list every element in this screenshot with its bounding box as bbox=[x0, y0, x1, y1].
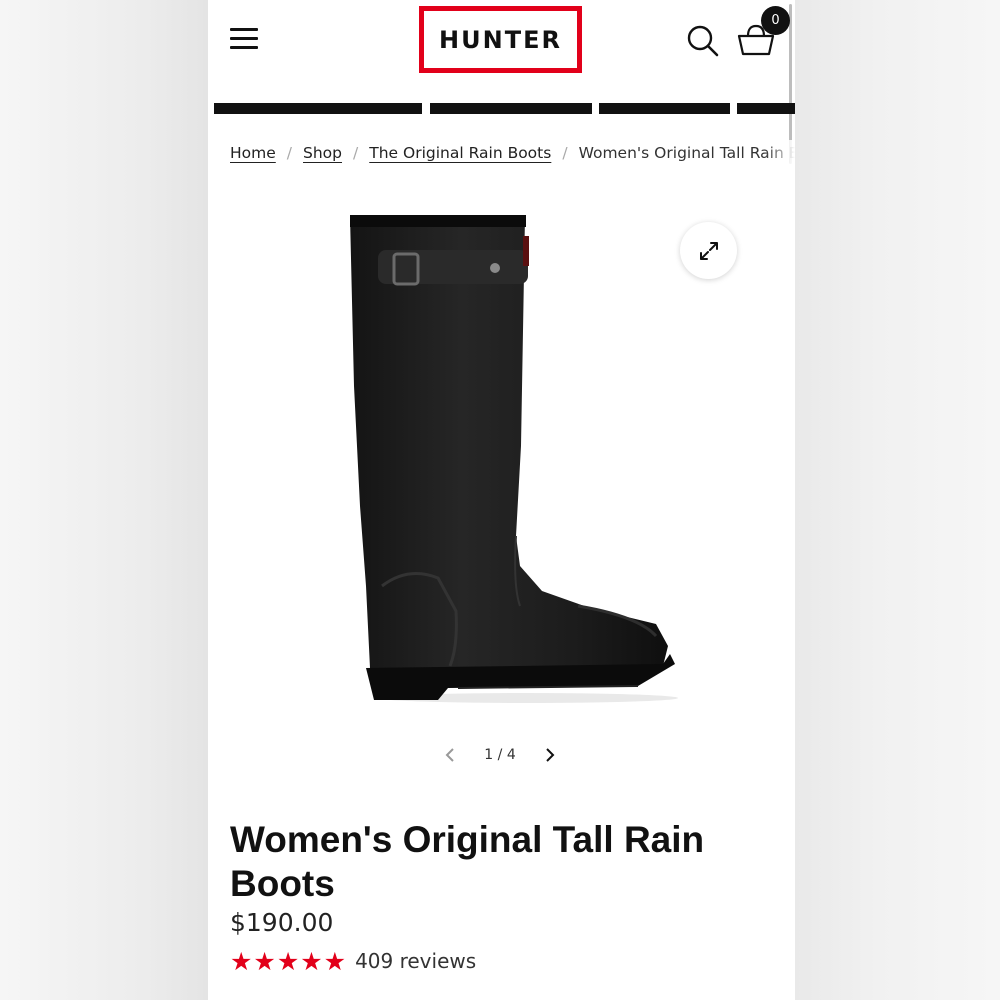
background-left bbox=[0, 0, 208, 1000]
next-image-button[interactable] bbox=[540, 745, 560, 765]
expand-icon bbox=[699, 241, 718, 260]
gallery-separator: / bbox=[497, 747, 503, 763]
chevron-left-icon bbox=[445, 748, 454, 762]
logo-text: HUNTER bbox=[439, 25, 562, 54]
rain-boot-image bbox=[350, 215, 678, 703]
reviews-link[interactable]: 409 reviews bbox=[355, 949, 476, 973]
hunter-logo[interactable]: HUNTER bbox=[419, 6, 582, 73]
promo-bar-strip[interactable] bbox=[214, 103, 795, 114]
gallery-current: 1 bbox=[484, 747, 494, 763]
expand-image-button[interactable] bbox=[680, 222, 737, 279]
menu-button[interactable] bbox=[230, 28, 258, 50]
breadcrumb: Home / Shop / The Original Rain Boots / Women'… bbox=[230, 144, 795, 168]
promo-bar[interactable] bbox=[214, 103, 422, 114]
product-title: Women's Original Tall Rain Boots bbox=[230, 819, 705, 904]
breadcrumb-home[interactable]: Home bbox=[230, 144, 276, 162]
gallery-counter: 1 / 4 bbox=[484, 747, 515, 763]
search-button[interactable] bbox=[686, 24, 720, 58]
breadcrumb-fade bbox=[765, 140, 795, 170]
gallery-pagination: 1 / 4 bbox=[440, 742, 560, 768]
mobile-page: HUNTER 0 Home / Shop / The Original Rain Boo… bbox=[208, 0, 795, 1000]
breadcrumb-original-rain-boots[interactable]: The Original Rain Boots bbox=[369, 144, 551, 162]
background-right bbox=[795, 0, 1000, 1000]
chevron-right-icon bbox=[546, 748, 555, 762]
previous-image-button[interactable] bbox=[440, 745, 460, 765]
promo-bar[interactable] bbox=[430, 103, 592, 114]
product-price: $190.00 bbox=[230, 908, 334, 937]
promo-bar[interactable] bbox=[737, 103, 795, 114]
promo-bar[interactable] bbox=[599, 103, 730, 114]
product-rating[interactable]: ★★★★★ 409 reviews bbox=[230, 946, 476, 976]
star-icon: ★★★★★ bbox=[230, 946, 348, 976]
search-icon bbox=[687, 25, 719, 57]
breadcrumb-shop[interactable]: Shop bbox=[303, 144, 342, 162]
menu-icon bbox=[230, 28, 258, 49]
breadcrumb-current: Women's Original Tall Rain Boots bbox=[578, 144, 795, 162]
gallery-total: 4 bbox=[506, 747, 516, 763]
product-image[interactable] bbox=[338, 206, 678, 706]
cart-count-badge: 0 bbox=[761, 6, 790, 35]
